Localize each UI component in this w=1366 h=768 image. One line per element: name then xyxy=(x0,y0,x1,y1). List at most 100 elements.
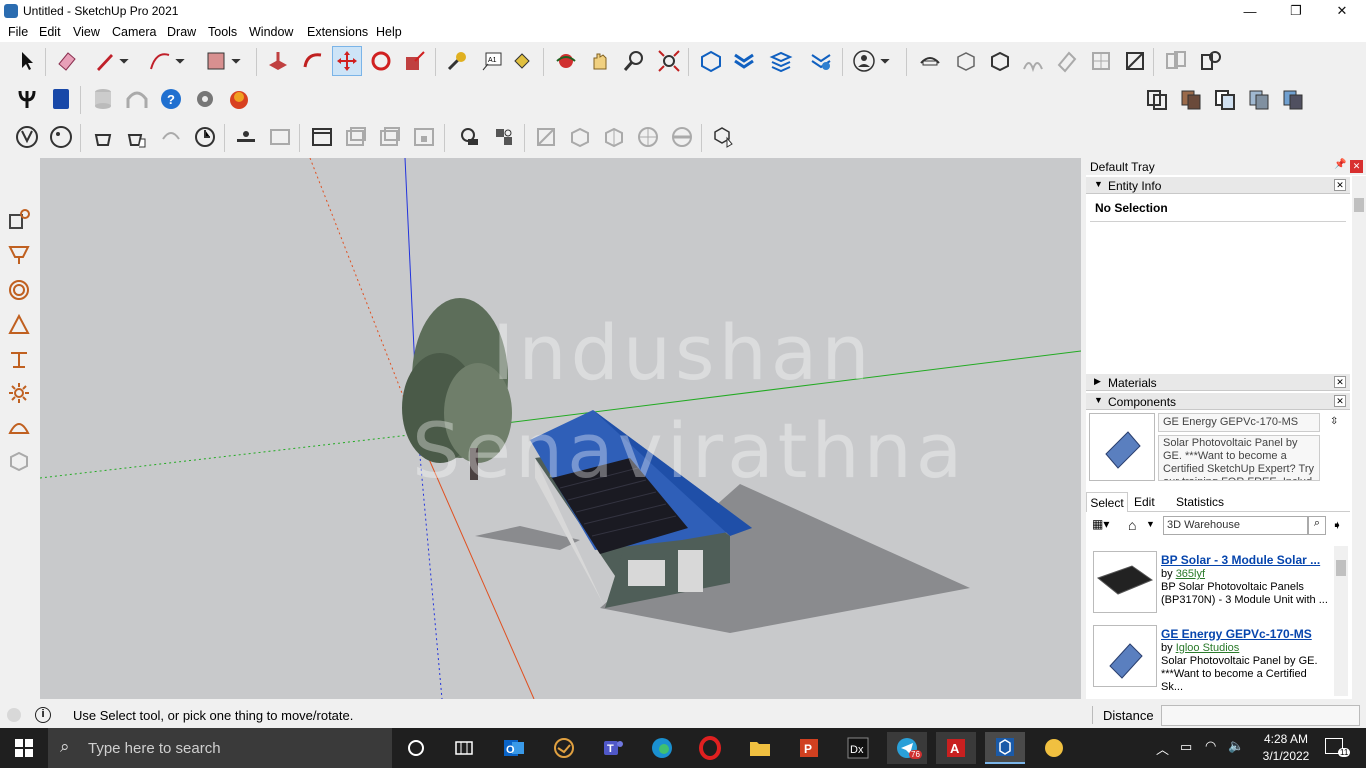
close-button[interactable]: ✕ xyxy=(1319,0,1365,22)
close-icon[interactable]: ✕ xyxy=(1334,179,1346,191)
chevron-down-icon[interactable] xyxy=(877,46,893,76)
ruby-console-icon[interactable] xyxy=(224,84,254,114)
zoom-extents-icon[interactable] xyxy=(654,46,684,76)
rectangle-icon[interactable] xyxy=(201,46,231,76)
model-viewport[interactable]: Indushan Senavirathna xyxy=(40,158,1081,699)
from-scratch-icon[interactable] xyxy=(951,46,981,76)
sun-house-icon[interactable] xyxy=(4,204,34,234)
flip-edge-icon[interactable] xyxy=(1120,46,1150,76)
ies-light-icon[interactable] xyxy=(4,344,34,374)
menu-help[interactable]: Help xyxy=(376,25,402,39)
telegram-icon[interactable]: 76 xyxy=(887,732,927,764)
fog-icon[interactable] xyxy=(489,122,519,152)
measurements-box[interactable] xyxy=(1161,705,1360,726)
omni-light-icon[interactable] xyxy=(4,378,34,408)
weather-icon[interactable] xyxy=(1034,732,1074,764)
sunlight-icon[interactable] xyxy=(231,122,261,152)
lock-window-icon[interactable] xyxy=(409,122,439,152)
menu-draw[interactable]: Draw xyxy=(167,25,196,39)
chevron-down-icon[interactable]: ▼ xyxy=(1146,519,1155,529)
result-author[interactable]: 365lyf xyxy=(1176,568,1205,580)
scene-window-icon[interactable] xyxy=(341,122,371,152)
render-frame-icon[interactable] xyxy=(265,122,295,152)
dx-app-icon[interactable]: Dx xyxy=(838,732,878,764)
ring-light-icon[interactable] xyxy=(4,275,34,305)
powerpoint-icon[interactable]: P xyxy=(789,732,829,764)
result-title[interactable]: BP Solar - 3 Module Solar ... xyxy=(1161,553,1320,567)
chevron-up-icon[interactable]: ︿ xyxy=(1156,739,1169,758)
sphere-icon[interactable] xyxy=(633,122,663,152)
sphere-render-icon[interactable] xyxy=(667,122,697,152)
teapot-icon[interactable] xyxy=(88,122,118,152)
arch-icon[interactable] xyxy=(122,84,152,114)
chevron-down-icon[interactable] xyxy=(116,46,132,76)
materials-header[interactable]: ▶ Materials ✕ xyxy=(1086,374,1350,391)
layout-icon[interactable] xyxy=(766,46,796,76)
result-title[interactable]: GE Energy GEPVc-170-MS xyxy=(1161,627,1312,641)
warehouse-icon[interactable] xyxy=(696,46,726,76)
tray-scrollbar[interactable] xyxy=(1352,176,1366,699)
arc-icon[interactable] xyxy=(145,46,175,76)
search-icon[interactable]: ⌕ xyxy=(1308,516,1326,535)
tab-select[interactable]: Select xyxy=(1086,492,1128,512)
edge-icon[interactable] xyxy=(642,732,682,764)
warehouse-search-input[interactable]: 3D Warehouse xyxy=(1163,516,1308,535)
component-name-field[interactable]: GE Energy GEPVc-170-MS xyxy=(1158,413,1320,432)
autocad-icon[interactable]: A xyxy=(936,732,976,764)
opera-icon[interactable] xyxy=(690,732,730,764)
teapot-hand-icon[interactable] xyxy=(122,122,152,152)
entity-info-header[interactable]: ▼ Entity Info ✕ xyxy=(1086,177,1350,194)
volume-icon[interactable]: 🔈 xyxy=(1228,738,1244,754)
geo-location-icon[interactable] xyxy=(7,708,21,722)
teapot-lights-icon[interactable] xyxy=(156,122,186,152)
battery-icon[interactable]: ▭ xyxy=(1180,739,1192,755)
blue-panel-icon[interactable] xyxy=(46,84,76,114)
select-tool-icon[interactable] xyxy=(12,46,42,76)
database-icon[interactable] xyxy=(88,84,118,114)
cortana-icon[interactable] xyxy=(396,732,436,764)
eraser-icon[interactable] xyxy=(52,46,82,76)
sandbox-from-contours-icon[interactable] xyxy=(915,46,945,76)
menu-camera[interactable]: Camera xyxy=(112,25,156,39)
add-detail-icon[interactable] xyxy=(1086,46,1116,76)
close-icon[interactable]: ✕ xyxy=(1334,376,1346,388)
teapot-render-icon[interactable] xyxy=(190,122,220,152)
wifi-icon[interactable]: ◠ xyxy=(1205,738,1216,754)
outlook-icon[interactable]: O xyxy=(494,732,534,764)
offset-icon[interactable] xyxy=(298,46,328,76)
windows-start-icon[interactable] xyxy=(4,732,44,764)
menu-file[interactable]: File xyxy=(8,25,28,39)
teams-icon[interactable]: T xyxy=(593,732,633,764)
textured-style-icon[interactable] xyxy=(1244,84,1274,114)
section-cut-icon[interactable] xyxy=(565,122,595,152)
tray-close-icon[interactable]: ✕ xyxy=(1350,160,1363,173)
smoove-icon[interactable] xyxy=(985,46,1015,76)
file-explorer-icon[interactable] xyxy=(740,732,780,764)
stamp-icon[interactable] xyxy=(1018,46,1048,76)
components-header[interactable]: ▼ Components ✕ xyxy=(1086,393,1350,410)
tab-edit[interactable]: Edit xyxy=(1134,495,1155,509)
xray-style-icon[interactable] xyxy=(1142,84,1172,114)
taskbar-date[interactable]: 3/1/2022 xyxy=(1255,749,1317,763)
component-description[interactable]: Solar Photovoltaic Panel by GE. ***Want … xyxy=(1158,435,1320,481)
spotlight-icon[interactable] xyxy=(4,310,34,340)
shaded-style-icon[interactable] xyxy=(1176,84,1206,114)
push-pull-icon[interactable] xyxy=(263,46,293,76)
task-view-icon[interactable] xyxy=(444,732,484,764)
paint-bucket-icon[interactable] xyxy=(507,46,537,76)
text-icon[interactable]: A1 xyxy=(477,46,507,76)
mail-icon[interactable] xyxy=(544,732,584,764)
lamp-icon[interactable] xyxy=(4,240,34,270)
home-icon[interactable]: ⌂ xyxy=(1128,517,1146,535)
drape-icon[interactable] xyxy=(1052,46,1082,76)
image-window-icon[interactable] xyxy=(375,122,405,152)
rotate-icon[interactable] xyxy=(366,46,396,76)
monochrome-style-icon[interactable] xyxy=(1278,84,1308,114)
menu-view[interactable]: View xyxy=(73,25,100,39)
tags-visibility-icon[interactable] xyxy=(1196,46,1226,76)
menu-edit[interactable]: Edit xyxy=(39,25,61,39)
layer-icon[interactable] xyxy=(1161,46,1191,76)
arrow-right-icon[interactable]: ➧ xyxy=(1332,518,1342,532)
details-arrow-icon[interactable]: ⇳ xyxy=(1330,416,1342,430)
list-item[interactable]: BP Solar - 3 Module Solar ... by 365lyf … xyxy=(1086,542,1348,613)
